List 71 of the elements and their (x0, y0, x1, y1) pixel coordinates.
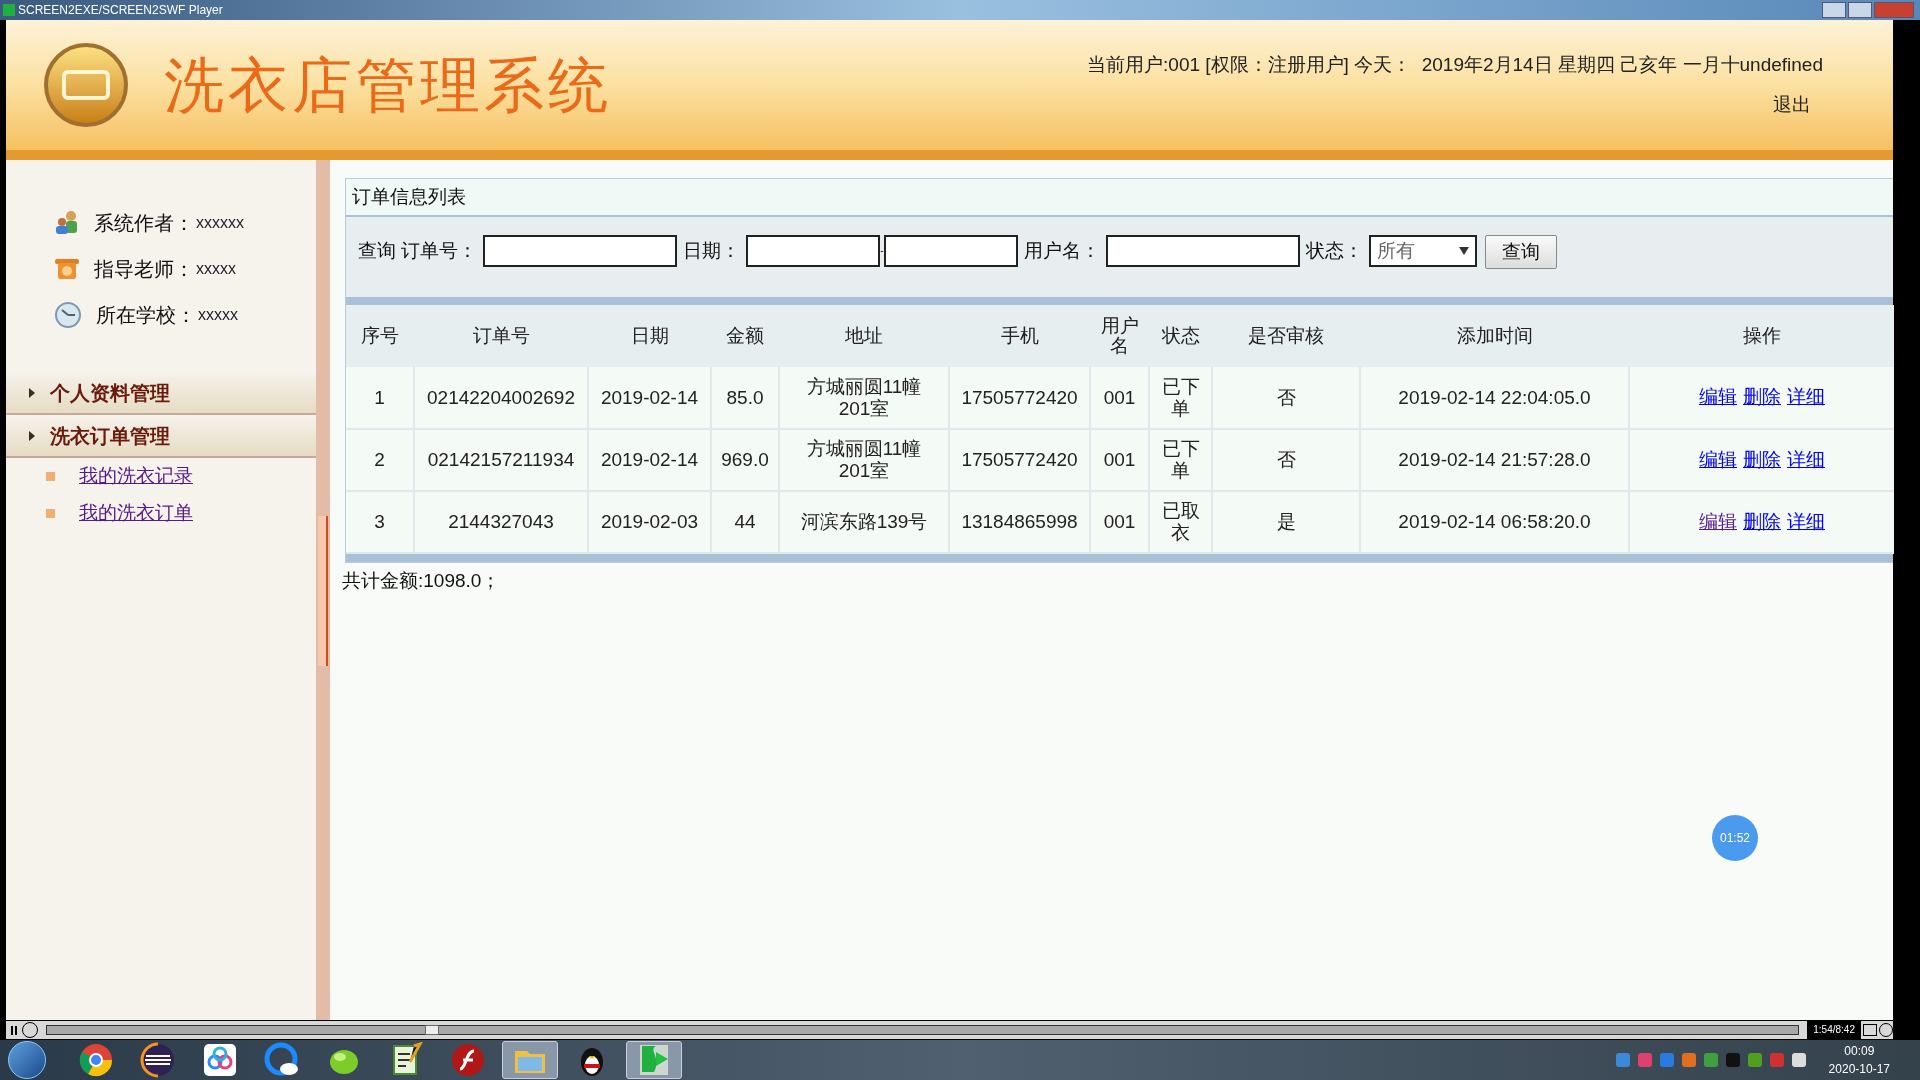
action-link[interactable]: 详细 (1787, 383, 1825, 412)
browser-icon[interactable] (78, 1042, 114, 1078)
bullet-icon (46, 509, 55, 518)
info-value: xxxxx (198, 305, 238, 325)
minimize-button[interactable] (1822, 2, 1846, 18)
search-button[interactable]: 查询 (1484, 235, 1557, 269)
order-number-field[interactable] (483, 235, 678, 267)
total-amount-text: 共计金额:1098.0； (342, 569, 502, 593)
info-label: 所在学校： (96, 303, 196, 328)
app-icon (3, 4, 15, 16)
date-separator: - (880, 244, 884, 258)
panel-title-bar: 订单信息列表 (346, 179, 1893, 217)
column-header: 操作 (1629, 305, 1894, 367)
seek-thumb[interactable] (425, 1025, 440, 1035)
action-link[interactable]: 编辑 (1699, 445, 1737, 475)
menu-link[interactable]: 我的洗衣记录 (79, 462, 193, 491)
people-icon (54, 210, 80, 236)
start-date-field[interactable] (746, 235, 881, 267)
action-link[interactable]: 删除 (1743, 383, 1781, 412)
action-link[interactable]: 删除 (1743, 507, 1781, 537)
dropdown-caret-icon (1458, 247, 1469, 255)
action-link[interactable]: 编辑 (1699, 507, 1737, 537)
seek-track[interactable] (46, 1025, 1800, 1035)
column-header: 添加时间 (1360, 305, 1629, 367)
system-title: 洗衣店管理系统 (164, 49, 612, 122)
maximize-button[interactable] (1848, 2, 1872, 18)
caret-icon (28, 429, 36, 442)
bullet-icon (46, 472, 55, 481)
column-header: 地址 (779, 305, 949, 367)
end-date-field[interactable] (883, 235, 1018, 267)
username-field[interactable] (1105, 235, 1300, 267)
info-value: xxxxxx (196, 213, 244, 233)
info-label: 指导老师： (94, 257, 194, 282)
playback-time: 1:54/8:42 (1807, 1021, 1861, 1039)
info-value: xxxxx (196, 259, 236, 279)
column-header: 手机 (949, 305, 1090, 367)
username-label: 用户名： (1023, 239, 1100, 263)
user-info-text: 当前用户:001 [权限：注册用户] 今天： 2019年2月14日 星期四 己亥年 一月十undefined (1087, 52, 1823, 77)
column-header: 状态 (1149, 305, 1212, 367)
action-link[interactable]: 详细 (1787, 507, 1825, 537)
column-header: 是否审核 (1212, 305, 1360, 367)
fullscreen-button[interactable] (1863, 1024, 1877, 1036)
clock-icon (54, 301, 82, 329)
status-dropdown[interactable]: 所有 (1368, 235, 1477, 267)
cloud-app-icon[interactable] (202, 1042, 238, 1078)
clock-time: 00:09 (1844, 1043, 1875, 1060)
order-label: 查询 订单号： (358, 239, 478, 263)
menu-link[interactable]: 我的洗衣订单 (79, 499, 193, 528)
eclipse-shaped-icon[interactable] (140, 1042, 176, 1078)
column-header: 金额 (711, 305, 779, 367)
chat-bubble-icon[interactable] (264, 1042, 300, 1078)
start-button[interactable] (8, 1041, 46, 1079)
action-link[interactable]: 删除 (1743, 445, 1781, 475)
flash-icon[interactable] (450, 1042, 486, 1078)
column-header: 日期 (588, 305, 711, 367)
status-label: 状态： (1305, 239, 1363, 263)
menu-header[interactable]: 个人资料管理 (6, 372, 316, 415)
window-title: SCREEN2EXE/SCREEN2SWF Player (18, 2, 223, 19)
collapse-handle[interactable] (318, 516, 328, 666)
date-label: 日期： (683, 239, 741, 263)
caret-icon (28, 386, 36, 399)
clock-date: 2020-10-17 (1828, 1061, 1890, 1078)
action-link[interactable]: 详细 (1787, 445, 1825, 475)
menu-header[interactable]: 洗衣订单管理 (6, 415, 316, 458)
action-link[interactable]: 编辑 (1699, 383, 1737, 412)
column-header: 序号 (346, 305, 414, 367)
phone-icon (54, 257, 80, 281)
column-header: 订单号 (414, 305, 588, 367)
info-label: 系统作者： (94, 211, 194, 236)
column-header: 用户名 (1090, 305, 1149, 367)
logout-link[interactable]: 退出 (1773, 91, 1811, 120)
